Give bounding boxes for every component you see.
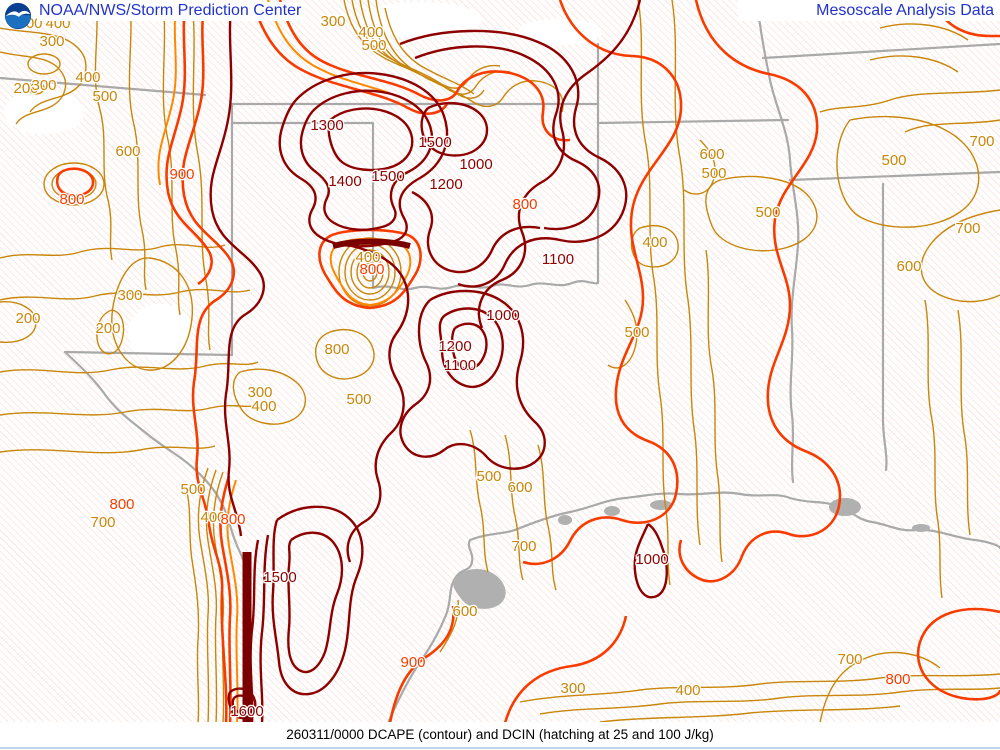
contour-label: 400	[642, 234, 667, 251]
contour-label: 1000	[459, 156, 492, 173]
contour-label: 600	[507, 479, 532, 496]
map-caption: 260311/0000 DCAPE (contour) and DCIN (ha…	[0, 727, 1000, 742]
contour-label: 1000	[486, 307, 519, 324]
contour-label: 600	[115, 143, 140, 160]
contour-label: 1500	[263, 569, 296, 586]
contour-label: 700	[969, 133, 994, 150]
contour-label: 500	[361, 37, 386, 54]
dcape-contour-map: 5004003003004005002003004005006008009002…	[0, 0, 1000, 750]
contour-label: 300	[320, 13, 345, 30]
contour-label: 400	[45, 15, 70, 32]
contour-label: 500	[701, 165, 726, 182]
contour-label: 900	[169, 166, 194, 183]
contour-label: 600	[699, 146, 724, 163]
contour-label: 1100	[542, 251, 574, 268]
contour-label: 300	[31, 77, 56, 94]
contour-label: 400	[251, 398, 276, 415]
contour-label: 500	[624, 324, 649, 341]
contour-label: 200	[95, 320, 120, 337]
contour-label: 500	[755, 204, 780, 221]
contour-label: 500	[476, 468, 501, 485]
contour-label: 300	[560, 680, 585, 697]
contour-label: 800	[324, 341, 349, 358]
contour-label: 600	[452, 603, 477, 620]
contour-label: 500	[346, 391, 371, 408]
contour-label: 900	[400, 654, 425, 671]
contour-label: 400	[75, 69, 100, 86]
contour-label: 800	[885, 671, 910, 688]
contour-label: 700	[837, 651, 862, 668]
footer-rule	[0, 747, 1000, 749]
contour-label: 1500	[371, 168, 404, 185]
contour-label: 600	[896, 258, 921, 275]
contour-label: 500	[92, 88, 117, 105]
contour-label: 800	[220, 511, 245, 528]
contour-label: 1600	[230, 703, 263, 720]
contour-label: 1200	[438, 338, 471, 355]
contour-label: 300	[39, 33, 64, 50]
contour-label: 800	[359, 261, 384, 278]
contour-label: 1400	[328, 173, 361, 190]
contour-label: 300	[117, 287, 142, 304]
contour-label: 1500	[418, 134, 451, 151]
contour-label: 800	[109, 496, 134, 513]
contour-label: 1200	[429, 176, 462, 193]
contour-label: 500	[881, 152, 906, 169]
contour-label: 800	[59, 191, 84, 208]
contour-label: 500	[17, 15, 42, 32]
footer-bar: 260311/0000 DCAPE (contour) and DCIN (ha…	[0, 722, 1000, 750]
spc-mesoanalysis-page: 5004003003004005002003004005006008009002…	[0, 0, 1000, 750]
contour-label: 700	[511, 538, 536, 555]
contour-label: 700	[955, 220, 980, 237]
contour-label: 200	[15, 310, 40, 327]
contour-label: 700	[90, 514, 115, 531]
contour-label: 1300	[310, 117, 343, 134]
contour-label: 400	[675, 682, 700, 699]
contour-label: 800	[512, 196, 537, 213]
contour-label: 500	[180, 481, 205, 498]
contour-label: 1100	[444, 357, 476, 374]
contour-label: 1000	[635, 551, 668, 568]
